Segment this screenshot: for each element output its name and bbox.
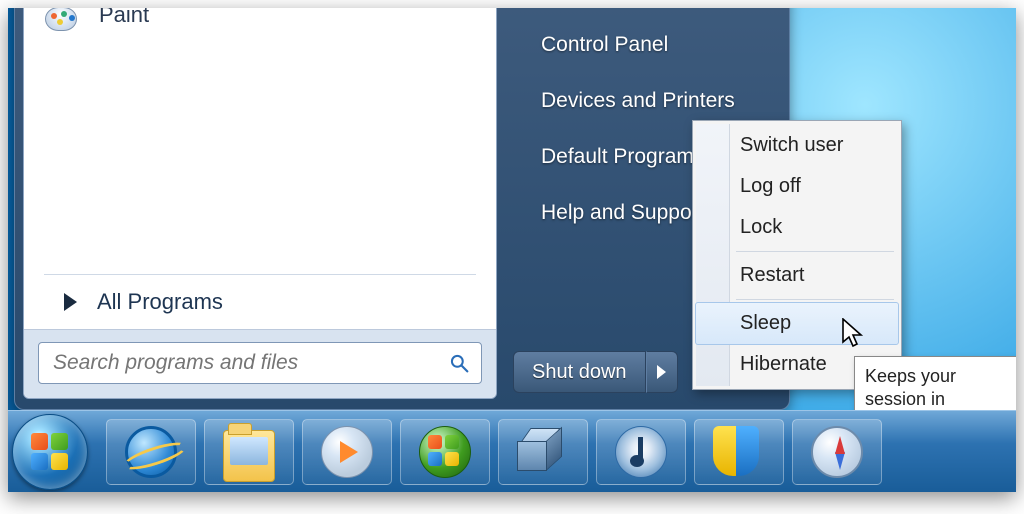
triangle-right-icon [657, 365, 666, 379]
compass-icon [811, 426, 863, 478]
program-item-paint[interactable]: Paint [34, 8, 486, 44]
shutdown-options-button[interactable] [646, 351, 678, 393]
separator [44, 274, 476, 275]
start-menu: Paint All Programs [14, 8, 790, 410]
menu-item-restart[interactable]: Restart [696, 255, 898, 296]
music-note-icon [615, 426, 667, 478]
taskbar-button-internet-explorer[interactable] [106, 419, 196, 485]
taskbar-button-itunes[interactable] [596, 419, 686, 485]
shutdown-button[interactable]: Shut down [513, 351, 646, 393]
menu-item-lock[interactable]: Lock [696, 207, 898, 248]
start-menu-left-pane: Paint All Programs [23, 8, 497, 399]
triangle-right-icon [64, 293, 77, 311]
taskbar-button-windows-media-player[interactable] [302, 419, 392, 485]
power-options-menu: Switch user Log off Lock Restart Sleep H… [692, 120, 902, 390]
taskbar-button-windows-media-center[interactable] [400, 419, 490, 485]
menu-separator [736, 299, 894, 300]
search-icon [449, 353, 469, 373]
start-button[interactable] [12, 414, 88, 490]
all-programs-label: All Programs [97, 289, 223, 315]
taskbar-button-virtualbox[interactable] [498, 419, 588, 485]
menu-item-switch-user[interactable]: Switch user [696, 125, 898, 166]
taskbar-button-file-explorer[interactable] [204, 419, 294, 485]
search-area [24, 329, 496, 398]
paint-icon [41, 8, 85, 37]
right-pane-control-panel[interactable]: Control Panel [535, 17, 765, 73]
search-input[interactable] [53, 351, 437, 375]
recent-programs-list: Paint [24, 8, 496, 268]
taskbar-button-security-shield[interactable] [694, 419, 784, 485]
menu-item-sleep[interactable]: Sleep [695, 302, 899, 345]
shutdown-label: Shut down [532, 361, 627, 384]
cube-icon [517, 428, 569, 480]
menu-item-log-off[interactable]: Log off [696, 166, 898, 207]
all-programs-button[interactable]: All Programs [24, 277, 496, 329]
shutdown-split-button: Shut down [513, 351, 678, 393]
search-box[interactable] [38, 342, 482, 384]
folder-icon [223, 430, 275, 482]
windows-logo-icon [31, 433, 71, 473]
media-player-icon [321, 426, 373, 478]
taskbar-button-safari[interactable] [792, 419, 882, 485]
program-label: Paint [99, 8, 149, 28]
taskbar [8, 410, 1016, 492]
shield-icon [713, 426, 765, 478]
menu-separator [736, 251, 894, 252]
windows-orb-icon [419, 426, 471, 478]
internet-explorer-icon [125, 426, 177, 478]
